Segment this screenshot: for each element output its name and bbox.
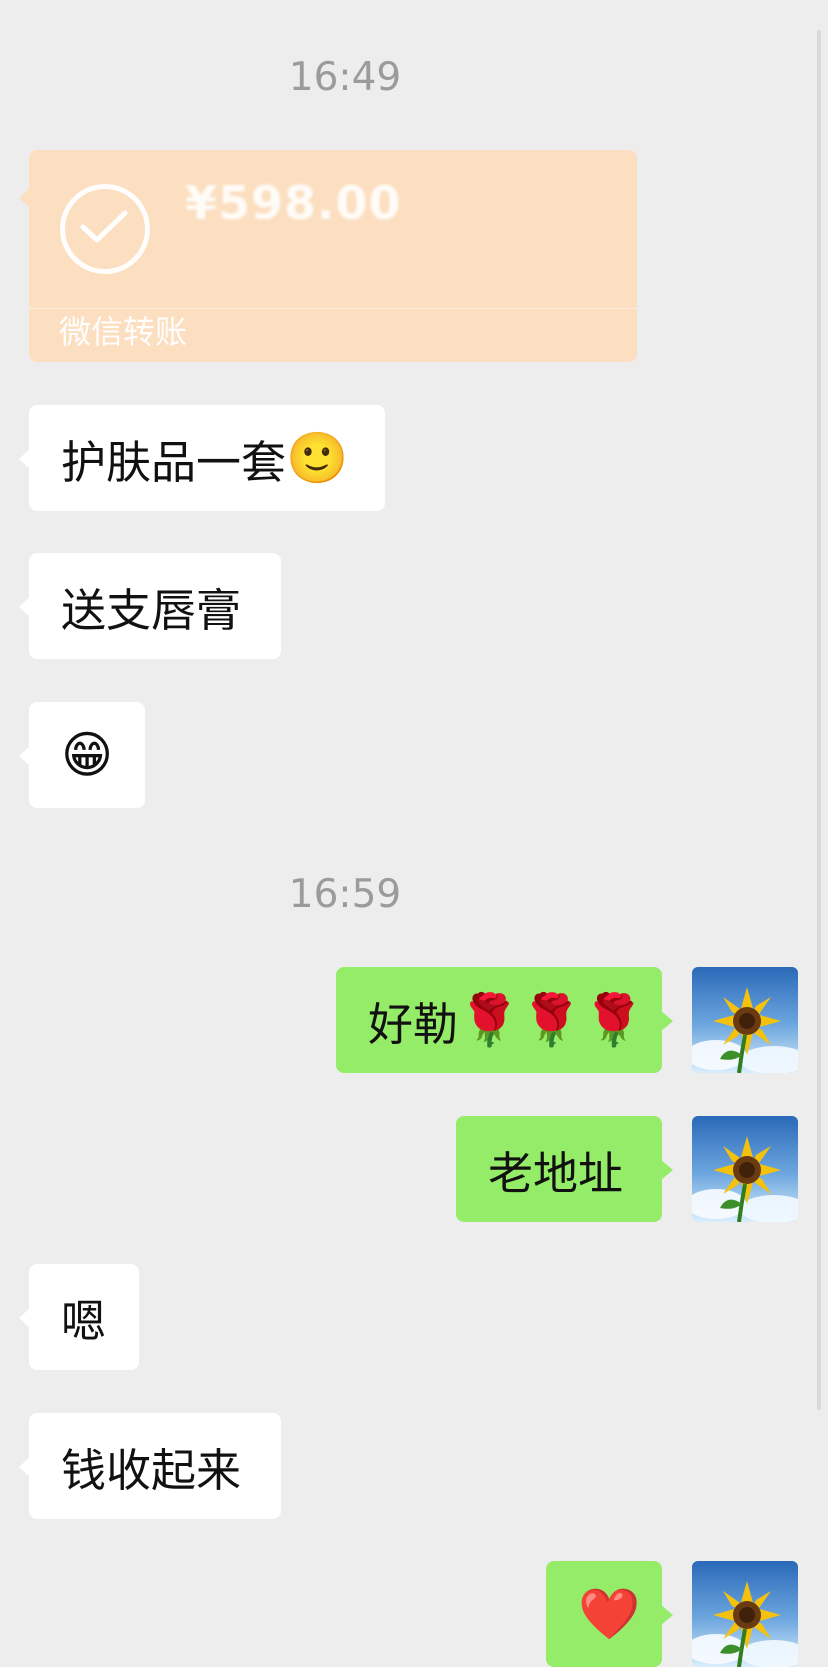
rose-emoji-icon: 🌹🌹🌹 [458, 990, 645, 1049]
wechat-transfer-card[interactable]: ¥598.00 微信转账 [19, 150, 637, 362]
outgoing-message[interactable]: ❤️ [546, 1561, 673, 1667]
check-circle-icon [60, 184, 150, 274]
incoming-message[interactable]: 钱收起来 [19, 1413, 281, 1519]
chat-history[interactable]: 16:49 ¥598.00 微信转账 护肤品一套 🙂 送支唇膏 😁 16:59 … [0, 0, 828, 1667]
incoming-message[interactable]: 送支唇膏 [19, 553, 281, 659]
heart-emoji-icon: ❤️ [578, 1584, 641, 1643]
message-text: 护肤品一套 [61, 435, 287, 489]
transfer-amount: ¥598.00 [185, 176, 402, 230]
incoming-message[interactable]: 护肤品一套 🙂 [19, 405, 385, 511]
sunflower-avatar-icon[interactable] [692, 1116, 798, 1222]
incoming-message[interactable]: 😁 [19, 702, 145, 808]
transfer-label: 微信转账 [59, 313, 188, 351]
message-text: 钱收起来 [61, 1443, 242, 1497]
timestamp: 16:59 [288, 872, 402, 917]
message-text: 送支唇膏 [61, 583, 242, 637]
grin-emoji-icon: 😁 [61, 726, 114, 784]
timestamp: 16:49 [288, 55, 402, 100]
sunflower-avatar-icon[interactable] [692, 1561, 798, 1667]
outgoing-message[interactable]: 好勒 🌹🌹🌹 [336, 967, 673, 1073]
transfer-divider [29, 308, 637, 309]
sunflower-avatar-icon[interactable] [692, 967, 798, 1073]
incoming-message[interactable]: 嗯 [19, 1264, 139, 1370]
message-text: 老地址 [488, 1146, 624, 1200]
message-text: 嗯 [61, 1294, 107, 1348]
message-text: 好勒 [368, 997, 459, 1051]
outgoing-message[interactable]: 老地址 [456, 1116, 673, 1222]
smile-emoji-icon: 🙂 [286, 428, 349, 487]
chat-scrollbar[interactable] [817, 30, 821, 1410]
